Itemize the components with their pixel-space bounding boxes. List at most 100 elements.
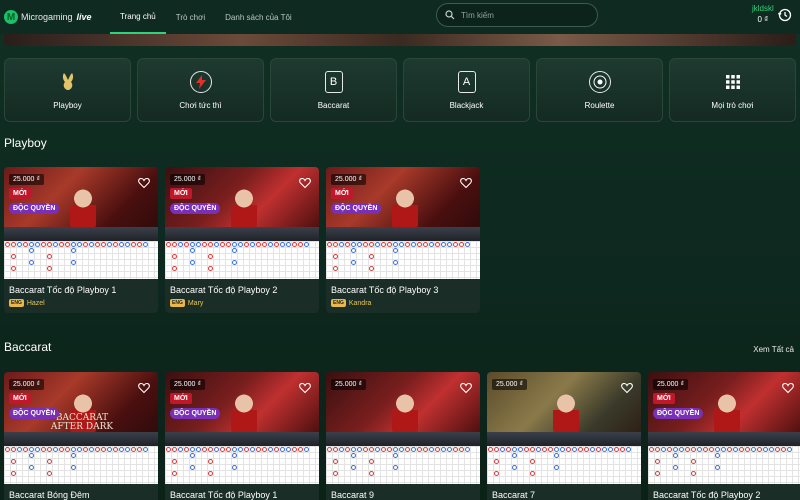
road-bead [5, 447, 10, 452]
favorite-heart-icon[interactable] [621, 382, 633, 394]
road-bead [465, 447, 470, 452]
road-bead [232, 453, 237, 458]
history-icon[interactable] [778, 8, 792, 22]
favorite-heart-icon[interactable] [138, 382, 150, 394]
game-title: Baccarat Tốc độ Playboy 1 [9, 285, 117, 295]
road-bead [5, 242, 10, 247]
road-bead [369, 471, 374, 476]
tab-my-list[interactable]: Danh sách của Tôi [215, 0, 302, 34]
road-bead [590, 447, 595, 452]
game-card[interactable]: 25.000 ₫ MỚI ĐỘC QUYỀN Baccarat Tốc độ Play… [326, 167, 480, 313]
game-thumbnail[interactable]: 25.000 ₫ MỚI ĐỘC QUYỀN [165, 372, 319, 446]
road-bead [739, 447, 744, 452]
road-bead [327, 242, 332, 247]
dealer-image [70, 189, 96, 227]
road-bead [77, 242, 82, 247]
favorite-heart-icon[interactable] [299, 382, 311, 394]
game-thumbnail[interactable]: 25.000 ₫ [326, 372, 480, 446]
promo-banner[interactable] [4, 34, 796, 46]
favorite-heart-icon[interactable] [782, 382, 794, 394]
road-bead [208, 459, 213, 464]
road-bead [375, 242, 380, 247]
search-box[interactable] [436, 3, 598, 27]
road-bead [202, 242, 207, 247]
road-bead [119, 447, 124, 452]
favorite-heart-icon[interactable] [299, 177, 311, 189]
road-bead [190, 465, 195, 470]
road-bead [781, 447, 786, 452]
road-bead [178, 447, 183, 452]
road-bead [411, 447, 416, 452]
game-card[interactable]: 25.000 ₫ MỚI ĐỘC QUYỀN Baccarat Tốc độ Play… [4, 167, 158, 313]
road-bead [208, 266, 213, 271]
road-bead [190, 447, 195, 452]
game-thumbnail[interactable]: 25.000 ₫ MỚI ĐỘC QUYỀN [4, 167, 158, 241]
tab-home[interactable]: Trang chủ [110, 0, 166, 34]
favorite-heart-icon[interactable] [138, 177, 150, 189]
road-bead [208, 447, 213, 452]
game-thumbnail[interactable]: 25.000 ₫ MỚI ĐỘC QUYỀN [165, 167, 319, 241]
road-bead [23, 447, 28, 452]
section-title-baccarat: Baccarat [4, 340, 52, 354]
road-bead [411, 242, 416, 247]
road-bead [137, 447, 142, 452]
game-title: Baccarat 9 [331, 490, 375, 500]
exclusive-badge: ĐỘC QUYỀN [170, 203, 221, 214]
road-bead [184, 242, 189, 247]
user-account[interactable]: jkldskl 0 ₫ [752, 4, 774, 24]
road-scoreboard [165, 446, 319, 484]
road-bead [339, 447, 344, 452]
road-bead [524, 447, 529, 452]
road-bead [65, 447, 70, 452]
category-all-games[interactable]: Mọi trò chơi [669, 58, 796, 122]
category-roulette[interactable]: Roulette [536, 58, 663, 122]
road-bead [35, 447, 40, 452]
game-card[interactable]: 25.000 ₫ Baccarat 9 [326, 372, 480, 500]
logo[interactable]: M Microgaming live [4, 10, 110, 24]
road-bead [447, 447, 452, 452]
category-playboy[interactable]: Playboy [4, 58, 131, 122]
road-bead [393, 453, 398, 458]
road-bead [208, 242, 213, 247]
category-label: Blackjack [449, 100, 484, 110]
road-bead [494, 459, 499, 464]
game-thumbnail[interactable]: 25.000 ₫ MỚI ĐỘC QUYỀN [326, 167, 480, 241]
category-blackjack[interactable]: A Blackjack [403, 58, 530, 122]
search-input[interactable] [461, 10, 591, 20]
category-instant-play[interactable]: Chơi tức thì [137, 58, 264, 122]
road-bead [327, 447, 332, 452]
game-thumbnail[interactable]: BACCARAT AFTER DARK 25.000 ₫ MỚI ĐỘC QUYỀN [4, 372, 158, 446]
road-bead [35, 242, 40, 247]
game-card[interactable]: 25.000 ₫ Baccarat 7 [487, 372, 641, 500]
road-bead [512, 465, 517, 470]
road-bead [488, 447, 493, 452]
favorite-heart-icon[interactable] [460, 177, 472, 189]
favorite-heart-icon[interactable] [460, 382, 472, 394]
game-card[interactable]: 25.000 ₫ MỚI ĐỘC QUYỀN Baccarat Tốc độ Play… [648, 372, 800, 500]
tab-games[interactable]: Trò chơi [166, 0, 215, 34]
game-card[interactable]: BACCARAT AFTER DARK 25.000 ₫ MỚI ĐỘC QUYỀN B… [4, 372, 158, 500]
road-bead [775, 447, 780, 452]
game-thumbnail[interactable]: 25.000 ₫ [487, 372, 641, 446]
exclusive-badge: ĐỘC QUYỀN [9, 203, 60, 214]
road-bead [554, 453, 559, 458]
category-label: Baccarat [317, 100, 350, 110]
grid-icon [722, 71, 744, 93]
road-bead [387, 242, 392, 247]
road-bead [220, 447, 225, 452]
search-icon [445, 10, 455, 20]
game-thumbnail[interactable]: 25.000 ₫ MỚI ĐỘC QUYỀN [648, 372, 800, 446]
game-card[interactable]: 25.000 ₫ MỚI ĐỘC QUYỀN Baccarat Tốc độ Play… [165, 167, 319, 313]
game-card[interactable]: 25.000 ₫ MỚI ĐỘC QUYỀN Baccarat Tốc độ Play… [165, 372, 319, 500]
road-bead [71, 260, 76, 265]
road-bead [47, 242, 52, 247]
road-bead [250, 447, 255, 452]
road-bead [47, 459, 52, 464]
road-bead [435, 447, 440, 452]
language-badge: ENG [170, 299, 185, 307]
see-all-link[interactable]: Xem Tất cả [753, 345, 794, 354]
road-bead [548, 447, 553, 452]
road-bead [41, 447, 46, 452]
category-baccarat[interactable]: B Baccarat [270, 58, 397, 122]
exclusive-badge: ĐỘC QUYỀN [170, 408, 221, 419]
